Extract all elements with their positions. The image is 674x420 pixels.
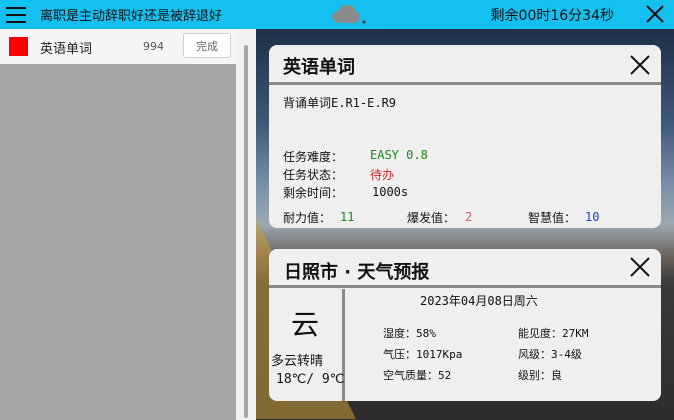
visibility: 能见度：27KM xyxy=(518,327,589,340)
burst-value: 2 xyxy=(465,210,473,224)
task-title: 英语单词 xyxy=(40,42,93,57)
weather-condition: 多云转晴 xyxy=(271,354,324,369)
task-list-panel: 英语单词 994 完成 xyxy=(0,29,256,420)
task-description: 背诵单词E.R1-E.R9 xyxy=(283,96,397,110)
top-bar: 离职是主动辞职好还是被辞退好 剩余00时16分34秒 xyxy=(0,0,674,29)
card-title: 英语单词 xyxy=(283,57,355,78)
task-item[interactable]: 英语单词 994 完成 xyxy=(0,29,236,64)
status-value: 待办 xyxy=(370,168,395,182)
time-value: 1000s xyxy=(372,185,409,199)
scrollbar-track[interactable] xyxy=(236,29,256,420)
weather-date: 2023年04月08日周六 xyxy=(420,294,538,308)
close-app-icon[interactable] xyxy=(646,5,664,27)
weather-card: 日照市 · 天气预报 云 多云转晴 18℃/ 9℃ 2023年04月08日周六 … xyxy=(269,249,661,401)
task-count: 994 xyxy=(143,40,164,53)
time-label: 剩余时间： xyxy=(283,186,344,200)
humidity: 湿度：58% xyxy=(383,327,436,340)
weather-title: 日照市 · 天气预报 xyxy=(284,262,430,283)
task-color-marker xyxy=(9,37,28,56)
daily-question: 离职是主动辞职好还是被辞退好 xyxy=(40,9,223,24)
stamina-label: 耐力值： xyxy=(283,211,332,225)
close-icon[interactable] xyxy=(629,256,651,282)
difficulty-value: EASY 0.8 xyxy=(370,148,428,162)
task-detail-card: 英语单词 背诵单词E.R1-E.R9 任务难度： EASY 0.8 任务状态： … xyxy=(269,45,661,228)
difficulty-label: 任务难度： xyxy=(283,150,344,164)
stamina-value: 11 xyxy=(340,210,355,224)
hamburger-menu-icon[interactable] xyxy=(6,6,26,23)
wind-level: 风级：3-4级 xyxy=(518,348,582,361)
temperature-range: 18℃/ 9℃ xyxy=(276,372,345,387)
weather-condition-char: 云 xyxy=(291,308,320,341)
divider xyxy=(269,82,661,85)
close-icon[interactable] xyxy=(629,54,651,80)
complete-button[interactable]: 完成 xyxy=(183,33,231,58)
status-label: 任务状态： xyxy=(283,168,344,182)
cloud-icon xyxy=(330,4,368,30)
wisdom-value: 10 xyxy=(585,210,600,224)
air-quality-level: 级别：良 xyxy=(518,369,562,382)
air-pressure: 气压：1017Kpa xyxy=(383,348,463,361)
wisdom-label: 智慧值： xyxy=(528,211,577,225)
scrollbar-thumb[interactable] xyxy=(244,45,248,418)
air-quality: 空气质量：52 xyxy=(383,369,452,382)
divider xyxy=(269,285,661,288)
burst-label: 爆发值： xyxy=(407,211,456,225)
countdown-timer: 剩余00时16分34秒 xyxy=(490,8,614,24)
